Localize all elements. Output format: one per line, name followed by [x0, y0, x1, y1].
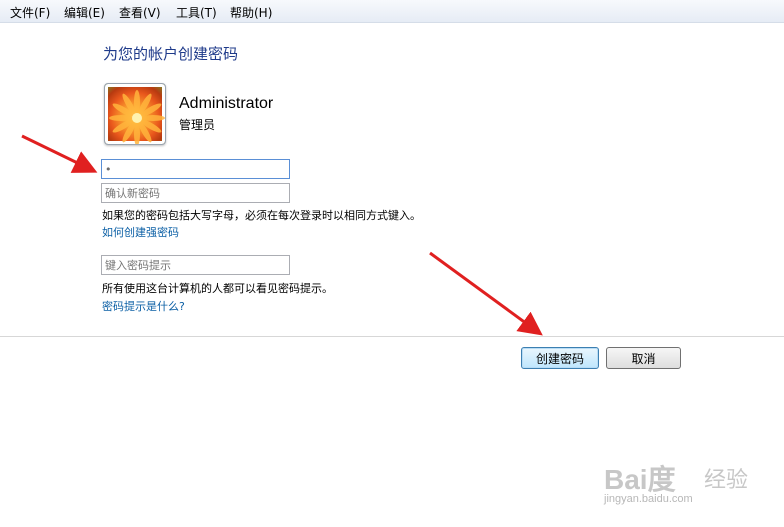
menu-file[interactable]: 文件(F): [8, 4, 52, 21]
account-name: Administrator: [179, 95, 274, 112]
create-password-button[interactable]: 创建密码: [521, 347, 599, 369]
menu-tools[interactable]: 工具(T): [174, 4, 219, 21]
arrow-to-password-field: [21, 134, 98, 173]
user-avatar: [104, 83, 166, 145]
new-password-field[interactable]: [101, 159, 290, 179]
arrow-to-create-button: [429, 251, 543, 336]
menu-view[interactable]: 查看(V): [117, 4, 163, 21]
cancel-button[interactable]: 取消: [606, 347, 681, 369]
separator: [0, 336, 784, 337]
menu-bar: 文件(F) 编辑(E) 查看(V) 工具(T) 帮助(H): [0, 0, 784, 23]
account-role: 管理员: [179, 118, 216, 132]
password-hint-field[interactable]: [101, 255, 290, 275]
page-title: 为您的帐户创建密码: [103, 45, 239, 63]
menu-help[interactable]: 帮助(H): [228, 4, 274, 21]
flower-icon: [109, 90, 165, 144]
watermark-logo-suffix: 经验: [704, 468, 749, 493]
watermark-url: jingyan.baidu.com: [604, 493, 693, 505]
confirm-password-field[interactable]: [101, 183, 290, 203]
caps-notice: 如果您的密码包括大写字母，必须在每次登录时以相同方式键入。: [102, 209, 421, 222]
hint-notice: 所有使用这台计算机的人都可以看见密码提示。: [102, 282, 333, 295]
strong-password-link[interactable]: 如何创建强密码: [102, 224, 179, 240]
watermark-logo: Bai度: [604, 464, 676, 495]
menu-edit[interactable]: 编辑(E): [62, 4, 107, 21]
hint-help-link[interactable]: 密码提示是什么?: [102, 298, 185, 314]
